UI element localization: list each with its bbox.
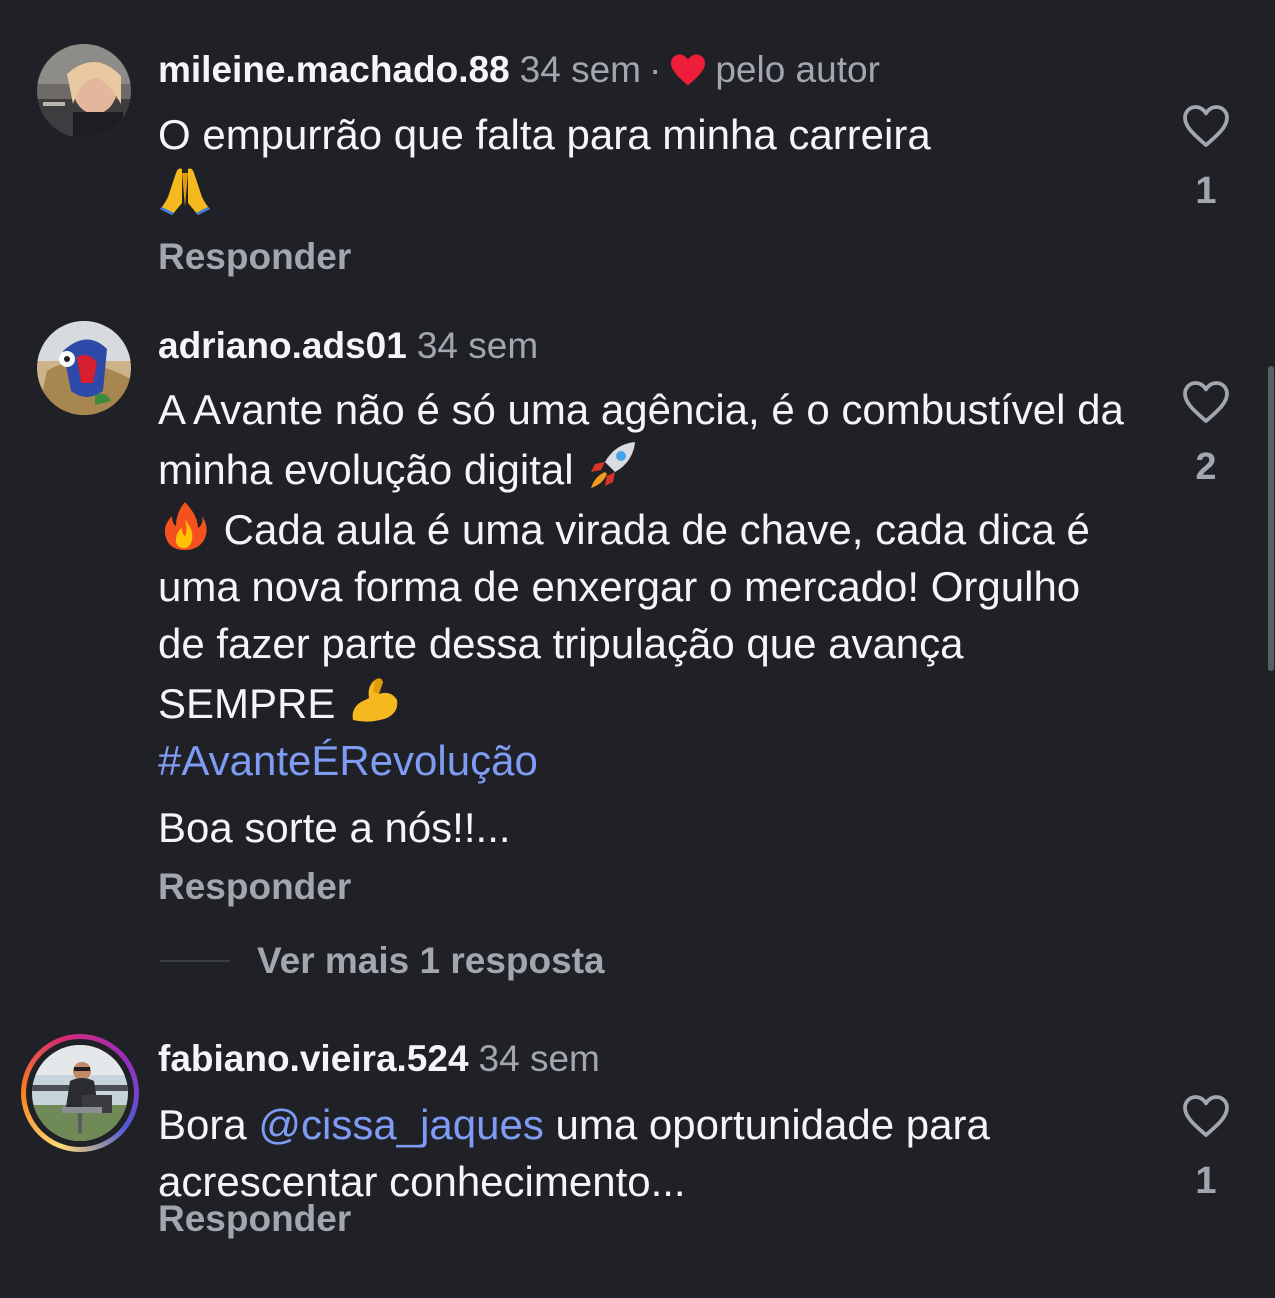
heart-outline-icon[interactable] [1182,380,1230,424]
view-more-replies-label: Ver mais 1 resposta [257,940,605,981]
view-more-replies-button[interactable]: Ver mais 1 resposta [160,940,605,988]
reply-button[interactable]: Responder [158,866,351,908]
comment-body-part3: Boa sorte a nós!!... [158,804,511,851]
avatar[interactable] [37,44,131,138]
hashtag-link[interactable]: #AvanteÉRevolução [158,737,538,784]
mention-link[interactable]: @cissa_jaques [258,1101,543,1148]
comment-body-part2: Cada aula é uma virada de chave, cada di… [158,506,1090,727]
comments-screen: mileine.machado.88 34 sem · pelo autor O em… [0,0,1275,1298]
like-control: 2 [1180,380,1232,489]
comment-header: adriano.ads01 34 sem [158,322,538,370]
rocket-icon [585,438,639,488]
story-ring[interactable] [21,1034,139,1152]
comment-header: fabiano.vieira.524 34 sem [158,1035,600,1083]
comment-body-before: Bora [158,1101,247,1148]
liked-by-author-label: pelo autor [715,49,880,90]
fire-icon [158,498,212,550]
like-control: 1 [1180,104,1232,213]
like-control: 1 [1180,1094,1232,1203]
folded-hands-icon [158,163,212,215]
reply-button[interactable]: Responder [158,1198,351,1240]
comment-body: O empurrão que falta para minha carreira [158,111,931,158]
timestamp: 34 sem [478,1038,600,1079]
flexed-biceps-icon [347,672,401,722]
scrollbar[interactable] [1268,366,1274,671]
heart-outline-icon[interactable] [1182,104,1230,148]
comment-text: A Avante não é só uma agência, é o combu… [158,381,1128,856]
avatar[interactable] [37,321,131,415]
timestamp: 34 sem [519,49,641,90]
comment-header: mileine.machado.88 34 sem · pelo autor [158,46,880,94]
like-count: 2 [1195,446,1217,488]
comment-text: O empurrão que falta para minha carreira [158,106,1128,223]
timestamp: 34 sem [416,325,539,366]
avatar[interactable] [32,1045,128,1141]
divider-line [160,960,230,962]
separator: · [649,49,662,90]
like-count: 1 [1195,1160,1217,1202]
like-count: 1 [1195,170,1217,212]
reply-button[interactable]: Responder [158,236,351,278]
heart-filled-icon [669,51,707,86]
username[interactable]: mileine.machado.88 [158,49,510,90]
username[interactable]: fabiano.vieira.524 [158,1038,469,1079]
comment-body-part1: A Avante não é só uma agência, é o combu… [158,386,1124,493]
comment-text: Bora @cissa_jaques uma oportunidade para… [158,1096,1128,1210]
heart-outline-icon[interactable] [1182,1094,1230,1138]
username[interactable]: adriano.ads01 [158,325,407,366]
